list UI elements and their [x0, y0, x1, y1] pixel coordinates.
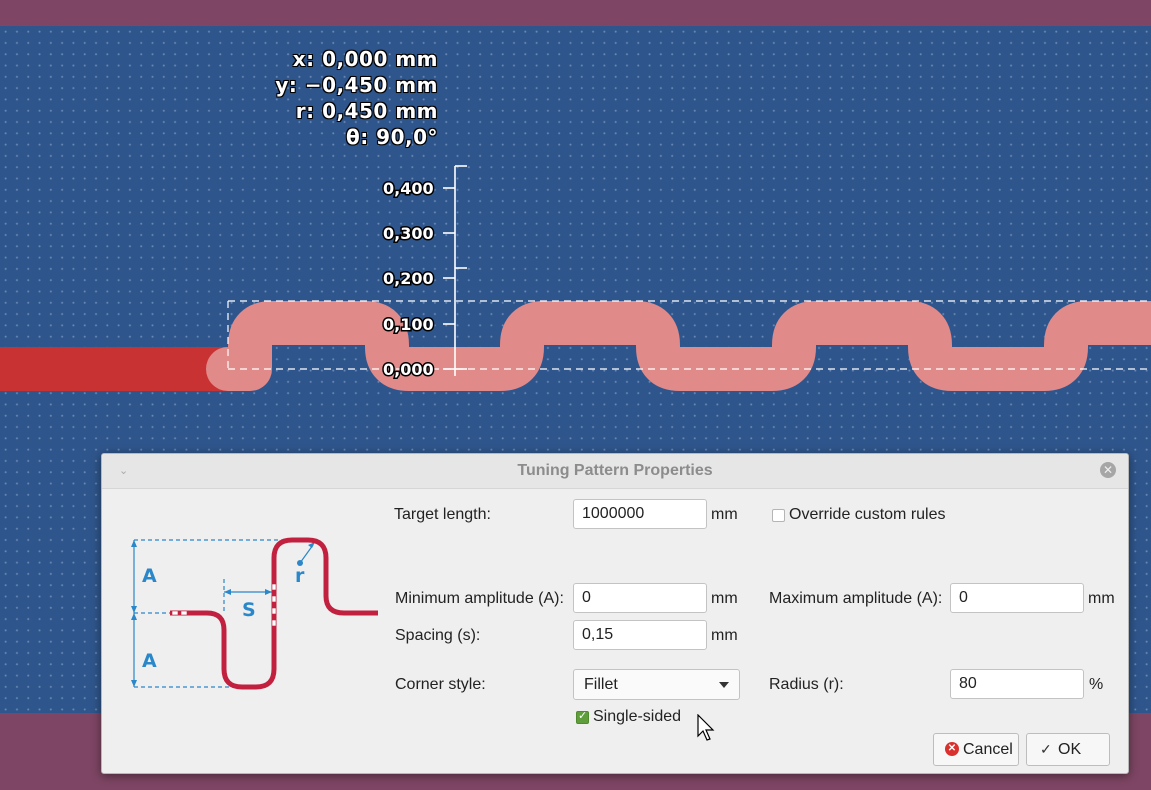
single-sided-label[interactable]: Single-sided [593, 708, 681, 726]
override-custom-rules-label[interactable]: Override custom rules [789, 506, 946, 524]
min-amplitude-input[interactable] [573, 583, 707, 613]
target-length-input[interactable] [573, 499, 707, 529]
radius-input[interactable] [950, 669, 1084, 699]
checkmark-icon: ✓ [578, 709, 588, 722]
coordinate-readout: x: 0,000 mm y: −0,450 mm r: 0,450 mm θ: … [260, 46, 438, 150]
min-amplitude-unit: mm [711, 590, 738, 607]
radius-unit: % [1089, 676, 1104, 693]
corner-style-value: Fillet [584, 676, 618, 693]
max-amplitude-label: Maximum amplitude (A): [769, 590, 943, 607]
mouse-pointer-icon [697, 714, 715, 741]
tuning-pattern-diagram: A A S r [131, 537, 378, 690]
spacing-input[interactable] [573, 620, 707, 650]
close-icon[interactable]: ✕ [1100, 462, 1116, 478]
spacing-unit: mm [711, 627, 738, 644]
max-amplitude-unit: mm [1088, 590, 1115, 607]
ruler-tick-label: 0,000 [383, 360, 434, 379]
chevron-down-icon [719, 682, 729, 688]
diagram-label-radius: r [295, 565, 305, 587]
readout-x: x: 0,000 mm [292, 47, 438, 71]
cancel-button-label: Cancel [963, 741, 1013, 758]
target-length-label: Target length: [394, 506, 491, 523]
dialog-titlebar[interactable]: ⌄ Tuning Pattern Properties ✕ [102, 454, 1128, 489]
single-sided-checkbox[interactable]: ✓ [576, 709, 589, 724]
dialog-title: Tuning Pattern Properties [517, 462, 713, 479]
ruler-tick-label: 0,200 [383, 269, 434, 288]
readout-theta: θ: 90,0° [345, 125, 438, 149]
ruler-tick-label: 0,400 [383, 179, 434, 198]
spacing-label: Spacing (s): [395, 627, 481, 644]
ok-button[interactable]: ✓ OK [1026, 733, 1110, 766]
ruler-tick-label: 0,300 [383, 224, 434, 243]
diagram-label-amplitude-bottom: A [142, 650, 157, 672]
readout-y: y: −0,450 mm [275, 73, 438, 97]
radius-label: Radius (r): [769, 676, 844, 693]
check-icon: ✓ [1040, 741, 1052, 757]
measure-ruler [443, 165, 467, 376]
target-length-unit: mm [711, 506, 738, 523]
tuning-meander-track[interactable] [206, 301, 1151, 391]
ok-button-label: OK [1058, 741, 1082, 758]
max-amplitude-input[interactable] [950, 583, 1084, 613]
diagram-label-amplitude-top: A [142, 565, 157, 587]
readout-r: r: 0,450 mm [295, 99, 438, 123]
override-custom-rules-checkbox[interactable] [772, 509, 785, 522]
diagram-label-spacing: S [242, 599, 256, 621]
ruler-tick-label: 0,100 [383, 315, 434, 334]
cancel-button[interactable]: ✕ Cancel [933, 733, 1019, 766]
corner-style-label: Corner style: [395, 676, 486, 693]
tuning-pattern-dialog: ⌄ Tuning Pattern Properties ✕ A A S r Ta… [101, 453, 1129, 774]
cancel-icon: ✕ [945, 742, 959, 756]
corner-style-dropdown[interactable]: Fillet [573, 669, 740, 700]
min-amplitude-label: Minimum amplitude (A): [395, 590, 564, 607]
